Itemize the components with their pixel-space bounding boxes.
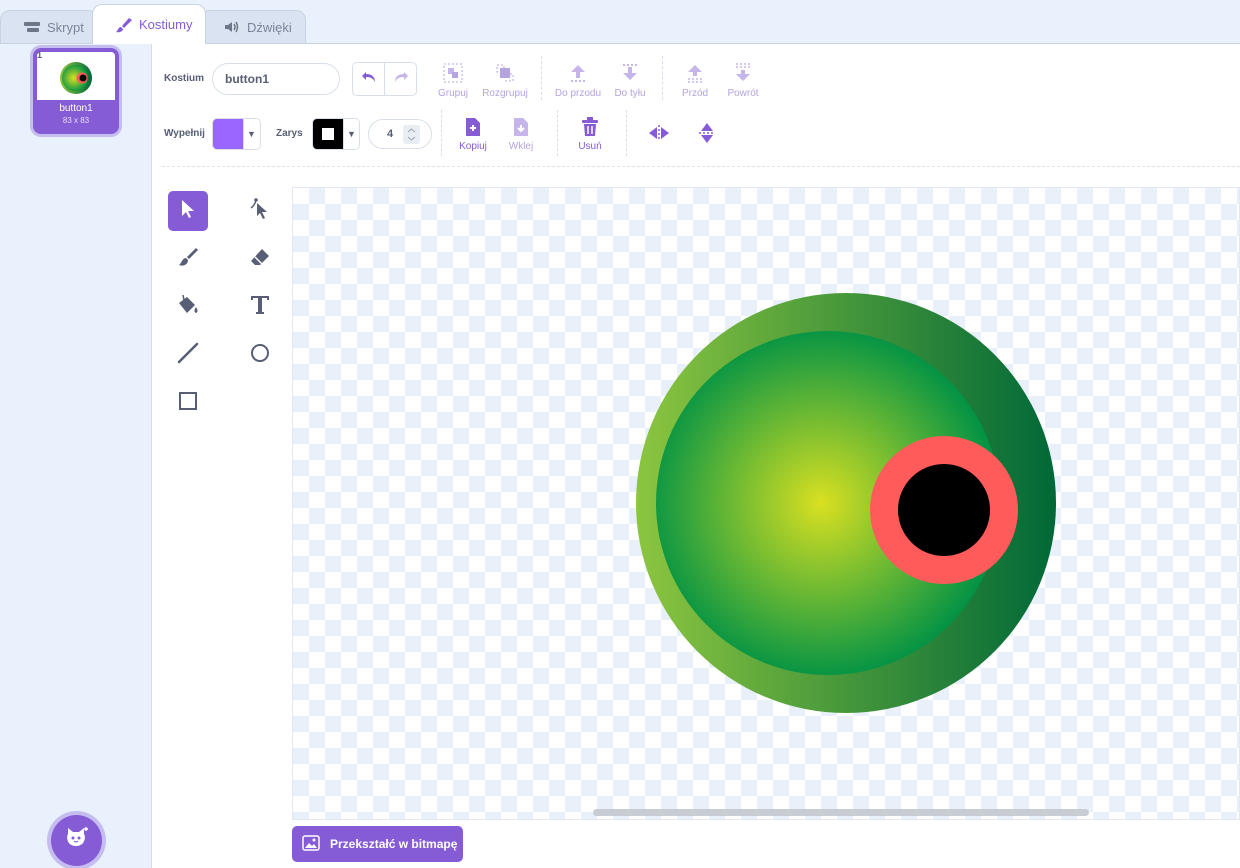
toolbar-separator [441,110,442,156]
rectangle-icon [177,390,199,417]
circle-icon [249,342,271,369]
drawing-canvas[interactable] [292,187,1240,820]
group-icon [428,62,478,84]
tab-costumes-label: Kostiumy [139,17,193,32]
flip-horizontal-icon [634,124,684,142]
tab-sounds-label: Dźwięki [247,19,292,35]
add-costume-button[interactable] [51,815,102,866]
undo-icon [361,70,377,89]
redo-button[interactable] [384,63,416,95]
costume-thumbnail [37,52,115,100]
eye-pupil[interactable] [898,464,990,556]
code-icon [23,20,41,34]
toolbar-separator [626,110,627,156]
line-icon [177,342,199,369]
paint-editor: Kostium button1 Grupuj Rozgrupuj Do przo… [152,43,1240,868]
image-icon [302,834,320,854]
toolbar-separator [541,56,542,100]
outline-swatch [313,119,343,149]
trash-icon [565,117,615,137]
to-back-icon [718,62,768,84]
copy-button[interactable]: Kopiuj [448,117,498,152]
toolbar-separator [557,110,558,156]
delete-button[interactable]: Usuń [565,117,615,152]
brush-icon [115,17,133,33]
flip-vertical-button[interactable] [682,122,732,148]
convert-to-bitmap-label: Przekształć w bitmapę [330,837,458,851]
fill-label: Wypełnij [164,128,205,139]
costume-size: 83 x 83 [62,116,90,125]
circle-tool[interactable] [240,335,280,375]
to-front-icon [670,62,720,84]
front-label: Przód [681,88,709,99]
fill-swatch [213,119,243,149]
reshape-tool[interactable] [240,191,280,231]
horizontal-scrollbar[interactable] [593,809,1089,816]
toolbar-divider [162,166,1240,167]
convert-to-bitmap-button[interactable]: Przekształć w bitmapę [292,826,463,862]
paste-button[interactable]: Wklej [496,117,546,152]
arrow-down-icon [605,62,655,84]
brush-tool[interactable] [168,239,208,279]
arrow-up-icon [552,62,604,84]
paste-icon [496,117,546,137]
costume-item[interactable]: 1 button1 83 x 83 [33,48,119,134]
copy-label: Kopiuj [459,141,487,152]
tab-bar: Skrypt Kostiumy Dźwięki [0,0,1240,44]
outline-width-input[interactable]: 4 [368,119,432,149]
ungroup-icon [480,62,530,84]
backward-button[interactable]: Do tyłu [605,62,655,99]
forward-button[interactable]: Do przodu [552,62,604,99]
fill-color-picker[interactable]: ▼ [212,118,261,150]
costume-name-label: Kostium [164,73,204,84]
costume-name: button1 [59,103,93,114]
flip-horizontal-button[interactable] [634,124,684,146]
speaker-icon [223,20,241,34]
back-label: Powrót [727,88,759,99]
brush-icon [177,246,199,273]
costume-list: 1 button1 83 x 83 [0,43,152,868]
flip-vertical-icon [682,122,732,144]
select-tool[interactable] [168,191,208,231]
tab-code[interactable]: Skrypt [0,10,98,43]
copy-icon [448,117,498,137]
text-icon [249,294,271,321]
stepper-icon[interactable] [403,125,420,144]
fill-bucket-icon [176,294,200,321]
tab-sounds[interactable]: Dźwięki [200,10,306,43]
group-label: Grupuj [437,88,468,99]
costume-artwork[interactable] [293,188,1240,820]
group-button[interactable]: Grupuj [428,62,478,99]
cursor-icon [179,199,197,224]
cat-icon [64,826,90,855]
caret-down-icon: ▼ [343,119,359,149]
backward-label: Do tyłu [614,88,646,99]
delete-label: Usuń [578,141,602,152]
eraser-tool[interactable] [240,239,280,279]
line-tool[interactable] [168,335,208,375]
text-tool[interactable] [240,287,280,327]
forward-label: Do przodu [554,88,602,99]
ungroup-label: Rozgrupuj [482,88,528,99]
undo-redo-group [352,62,417,96]
caret-down-icon: ▼ [243,119,259,149]
back-button[interactable]: Powrót [718,62,768,99]
fill-tool[interactable] [168,287,208,327]
undo-button[interactable] [353,63,384,95]
ungroup-button[interactable]: Rozgrupuj [480,62,530,99]
redo-icon [393,70,409,89]
costume-name-input[interactable]: button1 [212,63,340,95]
front-button[interactable]: Przód [670,62,720,99]
tab-costumes[interactable]: Kostiumy [92,4,206,44]
paste-label: Wklej [508,141,534,152]
costume-number: 1 [37,50,43,60]
rectangle-tool[interactable] [168,383,208,423]
tab-code-label: Skrypt [47,19,84,35]
toolbar-separator [662,56,663,100]
outline-color-picker[interactable]: ▼ [312,118,360,150]
outline-width-value: 4 [387,128,394,140]
reshape-icon [249,197,271,225]
eraser-icon [249,246,271,273]
outline-label: Zarys [276,128,303,139]
